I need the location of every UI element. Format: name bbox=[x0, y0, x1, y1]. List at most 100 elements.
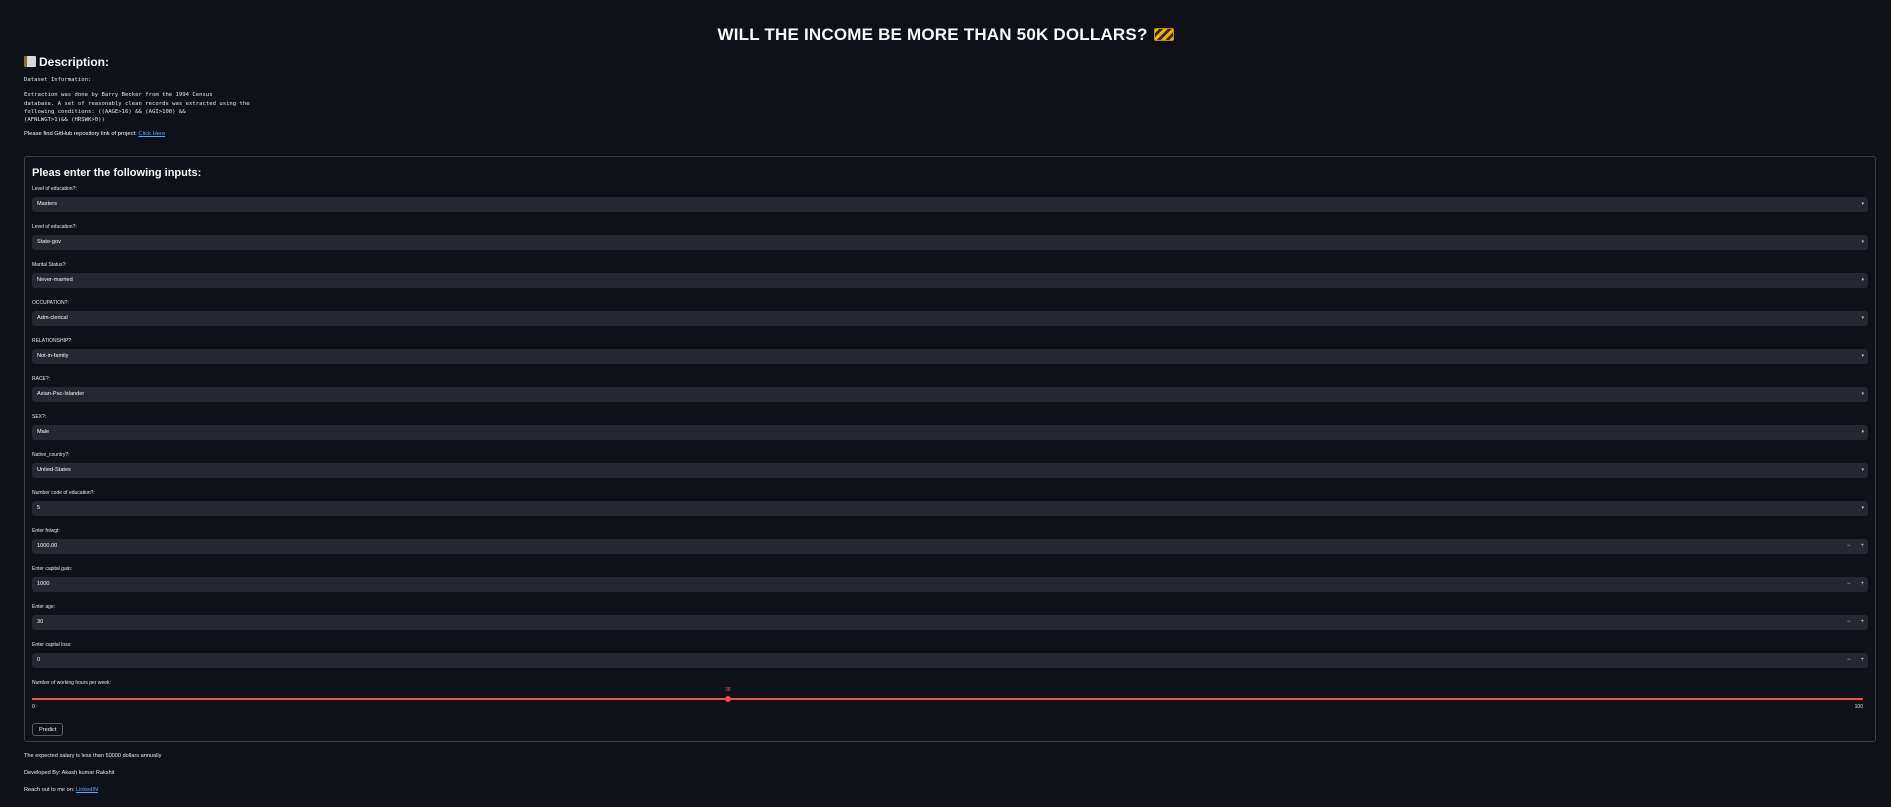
select-value: Never-married bbox=[37, 277, 73, 283]
age-input[interactable]: 30 − + bbox=[32, 615, 1868, 630]
select-value: Masters bbox=[37, 201, 57, 207]
chevron-down-icon: ▾ bbox=[1861, 239, 1864, 245]
marital-status-select[interactable]: Never-married ▾ bbox=[32, 273, 1868, 288]
number-stepper: − + bbox=[1844, 653, 1868, 668]
marital-status-field: Marital Status?: Never-married ▾ bbox=[32, 261, 1868, 299]
field-label: Marital Status?: bbox=[32, 262, 67, 268]
field-label: Number code of education?: bbox=[32, 490, 95, 496]
select-value: United-States bbox=[37, 467, 71, 473]
education-number-field: Number code of education?: 5 ▾ bbox=[32, 489, 1868, 527]
select-value: 5 bbox=[37, 505, 41, 511]
field-label: Enter capital gain: bbox=[32, 566, 73, 572]
chevron-down-icon: ▾ bbox=[1861, 505, 1864, 511]
description-line: database. A set of reasonably clean reco… bbox=[24, 100, 250, 107]
description-heading: Description: bbox=[24, 54, 1867, 70]
working-hours-slider-field: Number of working hours per week: 38 0 1… bbox=[32, 679, 1868, 717]
field-label: SEX?: bbox=[32, 414, 47, 420]
input-value: 1000.00 bbox=[37, 543, 58, 549]
increment-button[interactable]: + bbox=[1860, 653, 1864, 668]
decrement-button[interactable]: − bbox=[1847, 539, 1851, 554]
contact-line: Reach out to me on: LinkedIN bbox=[24, 786, 98, 794]
page-title-text: WILL THE INCOME BE MORE THAN 50K DOLLARS… bbox=[717, 25, 1148, 44]
chevron-down-icon: ▾ bbox=[1861, 429, 1864, 435]
field-label: Enter age: bbox=[32, 604, 56, 610]
field-label: RACE?: bbox=[32, 376, 51, 382]
fnlwgt-field: Enter fnlwgt: 1000.00 − + bbox=[32, 527, 1868, 565]
description-line: following conditions: ((AAGE>16) && (AGI… bbox=[24, 108, 186, 115]
slider-value-label: 38 bbox=[724, 687, 731, 693]
slider-max-label: 100 bbox=[1854, 704, 1863, 710]
field-label: RELATIONSHIP?: bbox=[32, 338, 73, 344]
ledger-book-icon bbox=[24, 56, 36, 67]
construction-barrier-icon bbox=[1153, 28, 1174, 41]
description-line: Extraction was done by Barry Becker from… bbox=[24, 92, 213, 99]
relationship-field: RELATIONSHIP?: Not-in-family ▾ bbox=[32, 337, 1868, 375]
age-field: Enter age: 30 − + bbox=[32, 603, 1868, 641]
field-label: Level of education?: bbox=[32, 186, 77, 192]
form-title: Pleas enter the following inputs: bbox=[32, 167, 202, 179]
field-label: Number of working hours per week: bbox=[32, 680, 111, 686]
increment-button[interactable]: + bbox=[1860, 577, 1864, 592]
chevron-down-icon: ▾ bbox=[1861, 201, 1864, 207]
field-label: OCCUPATION?: bbox=[32, 300, 69, 306]
dataset-description: Extraction was done by Barry Becker from… bbox=[24, 91, 1867, 124]
increment-button[interactable]: + bbox=[1860, 615, 1864, 630]
page-title: WILL THE INCOME BE MORE THAN 50K DOLLARS… bbox=[24, 0, 1867, 45]
repo-text: Please find GitHub repository link of pr… bbox=[24, 131, 137, 138]
select-value: Asian-Pac-Islander bbox=[37, 391, 85, 397]
input-value: 1000 bbox=[37, 581, 50, 587]
race-select[interactable]: Asian-Pac-Islander ▾ bbox=[32, 387, 1868, 402]
app-page: WILL THE INCOME BE MORE THAN 50K DOLLARS… bbox=[0, 0, 1891, 807]
number-stepper: − + bbox=[1844, 577, 1868, 592]
education-number-select[interactable]: 5 ▾ bbox=[32, 501, 1868, 516]
chevron-down-icon: ▾ bbox=[1861, 277, 1864, 283]
decrement-button[interactable]: − bbox=[1847, 653, 1851, 668]
capital-loss-field: Enter capital loss: 0 − + bbox=[32, 641, 1868, 679]
field-label: Enter capital loss: bbox=[32, 642, 72, 648]
field-label: Enter fnlwgt: bbox=[32, 528, 60, 534]
increment-button[interactable]: + bbox=[1860, 539, 1864, 554]
fnlwgt-input[interactable]: 1000.00 − + bbox=[32, 539, 1868, 554]
slider-min-label: 0 bbox=[32, 704, 35, 710]
capital-gain-input[interactable]: 1000 − + bbox=[32, 577, 1868, 592]
race-field: RACE?: Asian-Pac-Islander ▾ bbox=[32, 375, 1868, 413]
occupation-select[interactable]: Adm-clerical ▾ bbox=[32, 311, 1868, 326]
decrement-button[interactable]: − bbox=[1847, 615, 1851, 630]
chevron-down-icon: ▾ bbox=[1861, 353, 1864, 359]
prediction-result: The expected salary is less than 50000 d… bbox=[24, 753, 162, 759]
input-form: Pleas enter the following inputs: Level … bbox=[24, 156, 1876, 742]
select-value: State-gov bbox=[37, 239, 61, 245]
occupation-field: OCCUPATION?: Adm-clerical ▾ bbox=[32, 299, 1868, 337]
capital-gain-field: Enter capital gain: 1000 − + bbox=[32, 565, 1868, 603]
slider-handle[interactable] bbox=[724, 695, 731, 702]
education-level-field: Level of education?: Masters ▾ bbox=[32, 185, 1868, 223]
number-stepper: − + bbox=[1844, 539, 1868, 554]
input-value: 30 bbox=[37, 619, 44, 625]
predict-button[interactable]: Predict bbox=[32, 723, 64, 736]
decrement-button[interactable]: − bbox=[1847, 577, 1851, 592]
select-value: Not-in-family bbox=[37, 353, 69, 359]
select-value: Male bbox=[37, 429, 50, 435]
workclass-select[interactable]: State-gov ▾ bbox=[32, 235, 1868, 250]
slider-track[interactable]: 38 bbox=[32, 687, 1863, 702]
dataset-info-label: Dataset Information: bbox=[24, 77, 92, 83]
field-label: Level of education?: bbox=[32, 224, 77, 230]
capital-loss-input[interactable]: 0 − + bbox=[32, 653, 1868, 668]
education-level-select[interactable]: Masters ▾ bbox=[32, 197, 1868, 212]
chevron-down-icon: ▾ bbox=[1861, 315, 1864, 321]
developer-credit: Developed By: Akash kumar Rakshit bbox=[24, 770, 115, 776]
chevron-down-icon: ▾ bbox=[1861, 467, 1864, 473]
linkedin-link[interactable]: LinkedIN bbox=[76, 787, 98, 793]
number-stepper: − + bbox=[1844, 615, 1868, 630]
native-country-field: Native_country?: United-States ▾ bbox=[32, 451, 1868, 489]
input-value: 0 bbox=[37, 657, 41, 663]
relationship-select[interactable]: Not-in-family ▾ bbox=[32, 349, 1868, 364]
description-line: (AFNLWGT>1)&& (HRSWK>0)) bbox=[24, 117, 105, 124]
repo-line: Please find GitHub repository link of pr… bbox=[24, 130, 1867, 138]
chevron-down-icon: ▾ bbox=[1861, 391, 1864, 397]
native-country-select[interactable]: United-States ▾ bbox=[32, 463, 1868, 478]
sex-select[interactable]: Male ▾ bbox=[32, 425, 1868, 440]
github-repo-link[interactable]: Click Here bbox=[138, 131, 165, 137]
select-value: Adm-clerical bbox=[37, 315, 68, 321]
description-heading-text: Description: bbox=[39, 55, 110, 69]
